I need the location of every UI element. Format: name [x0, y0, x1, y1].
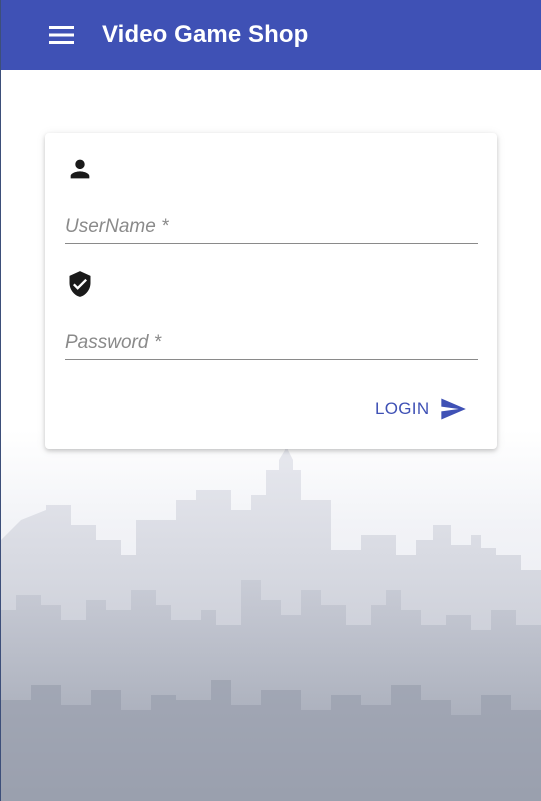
- login-card: LOGIN: [45, 133, 497, 449]
- app-toolbar: Video Game Shop: [1, 0, 541, 70]
- city-skyline-background: [1, 430, 541, 801]
- app-title: Video Game Shop: [102, 21, 309, 48]
- username-field: [65, 213, 478, 244]
- login-button[interactable]: LOGIN: [363, 392, 479, 426]
- hamburger-menu-icon[interactable]: [49, 24, 75, 46]
- person-icon: [66, 155, 94, 183]
- login-button-label: LOGIN: [375, 399, 430, 418]
- username-input[interactable]: [65, 213, 478, 241]
- send-icon: [439, 395, 467, 423]
- password-input[interactable]: [65, 329, 478, 357]
- password-field: [65, 329, 478, 360]
- login-page: Video Game Shop LOGIN: [0, 0, 541, 801]
- verified-shield-icon: [66, 270, 94, 298]
